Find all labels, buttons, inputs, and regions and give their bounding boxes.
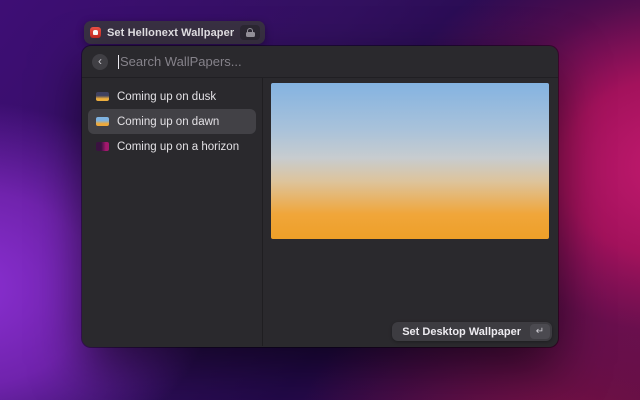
command-badge[interactable]: Set Hellonext Wallpaper — [84, 21, 265, 44]
list-item-label: Coming up on dawn — [117, 116, 219, 128]
command-badge-label: Set Hellonext Wallpaper — [107, 27, 234, 39]
set-desktop-wallpaper-button[interactable]: Set Desktop Wallpaper ↵ — [392, 322, 552, 341]
back-button[interactable]: ‹ — [92, 54, 108, 70]
list-item-dawn[interactable]: Coming up on dawn — [88, 109, 256, 134]
lock-icon — [240, 25, 260, 40]
search-input[interactable]: Search WallPapers... — [120, 54, 548, 69]
hellonext-app-icon — [90, 27, 101, 38]
launcher-window: ‹ Search WallPapers... Coming up on dusk… — [82, 46, 558, 347]
lock-body — [246, 32, 255, 37]
wallpaper-thumbnail-dusk — [96, 92, 109, 101]
search-bar: ‹ Search WallPapers... — [82, 46, 558, 78]
return-key-icon: ↵ — [530, 324, 550, 339]
wallpaper-thumbnail-dawn — [96, 117, 109, 126]
desktop-background: Set Hellonext Wallpaper ‹ Search WallPap… — [0, 0, 640, 400]
list-item-label: Coming up on a horizon — [117, 141, 239, 153]
wallpaper-list: Coming up on dusk Coming up on dawn Comi… — [82, 78, 262, 346]
window-body: Coming up on dusk Coming up on dawn Comi… — [82, 78, 558, 346]
list-item-dusk[interactable]: Coming up on dusk — [88, 84, 256, 109]
action-label: Set Desktop Wallpaper — [402, 326, 521, 338]
chevron-left-icon: ‹ — [98, 54, 102, 68]
preview-panel: Set Desktop Wallpaper ↵ — [263, 78, 558, 346]
wallpaper-thumbnail-horizon — [96, 142, 109, 151]
wallpaper-preview — [271, 83, 549, 239]
list-item-label: Coming up on dusk — [117, 91, 216, 103]
list-item-horizon[interactable]: Coming up on a horizon — [88, 134, 256, 159]
text-caret — [118, 55, 119, 69]
